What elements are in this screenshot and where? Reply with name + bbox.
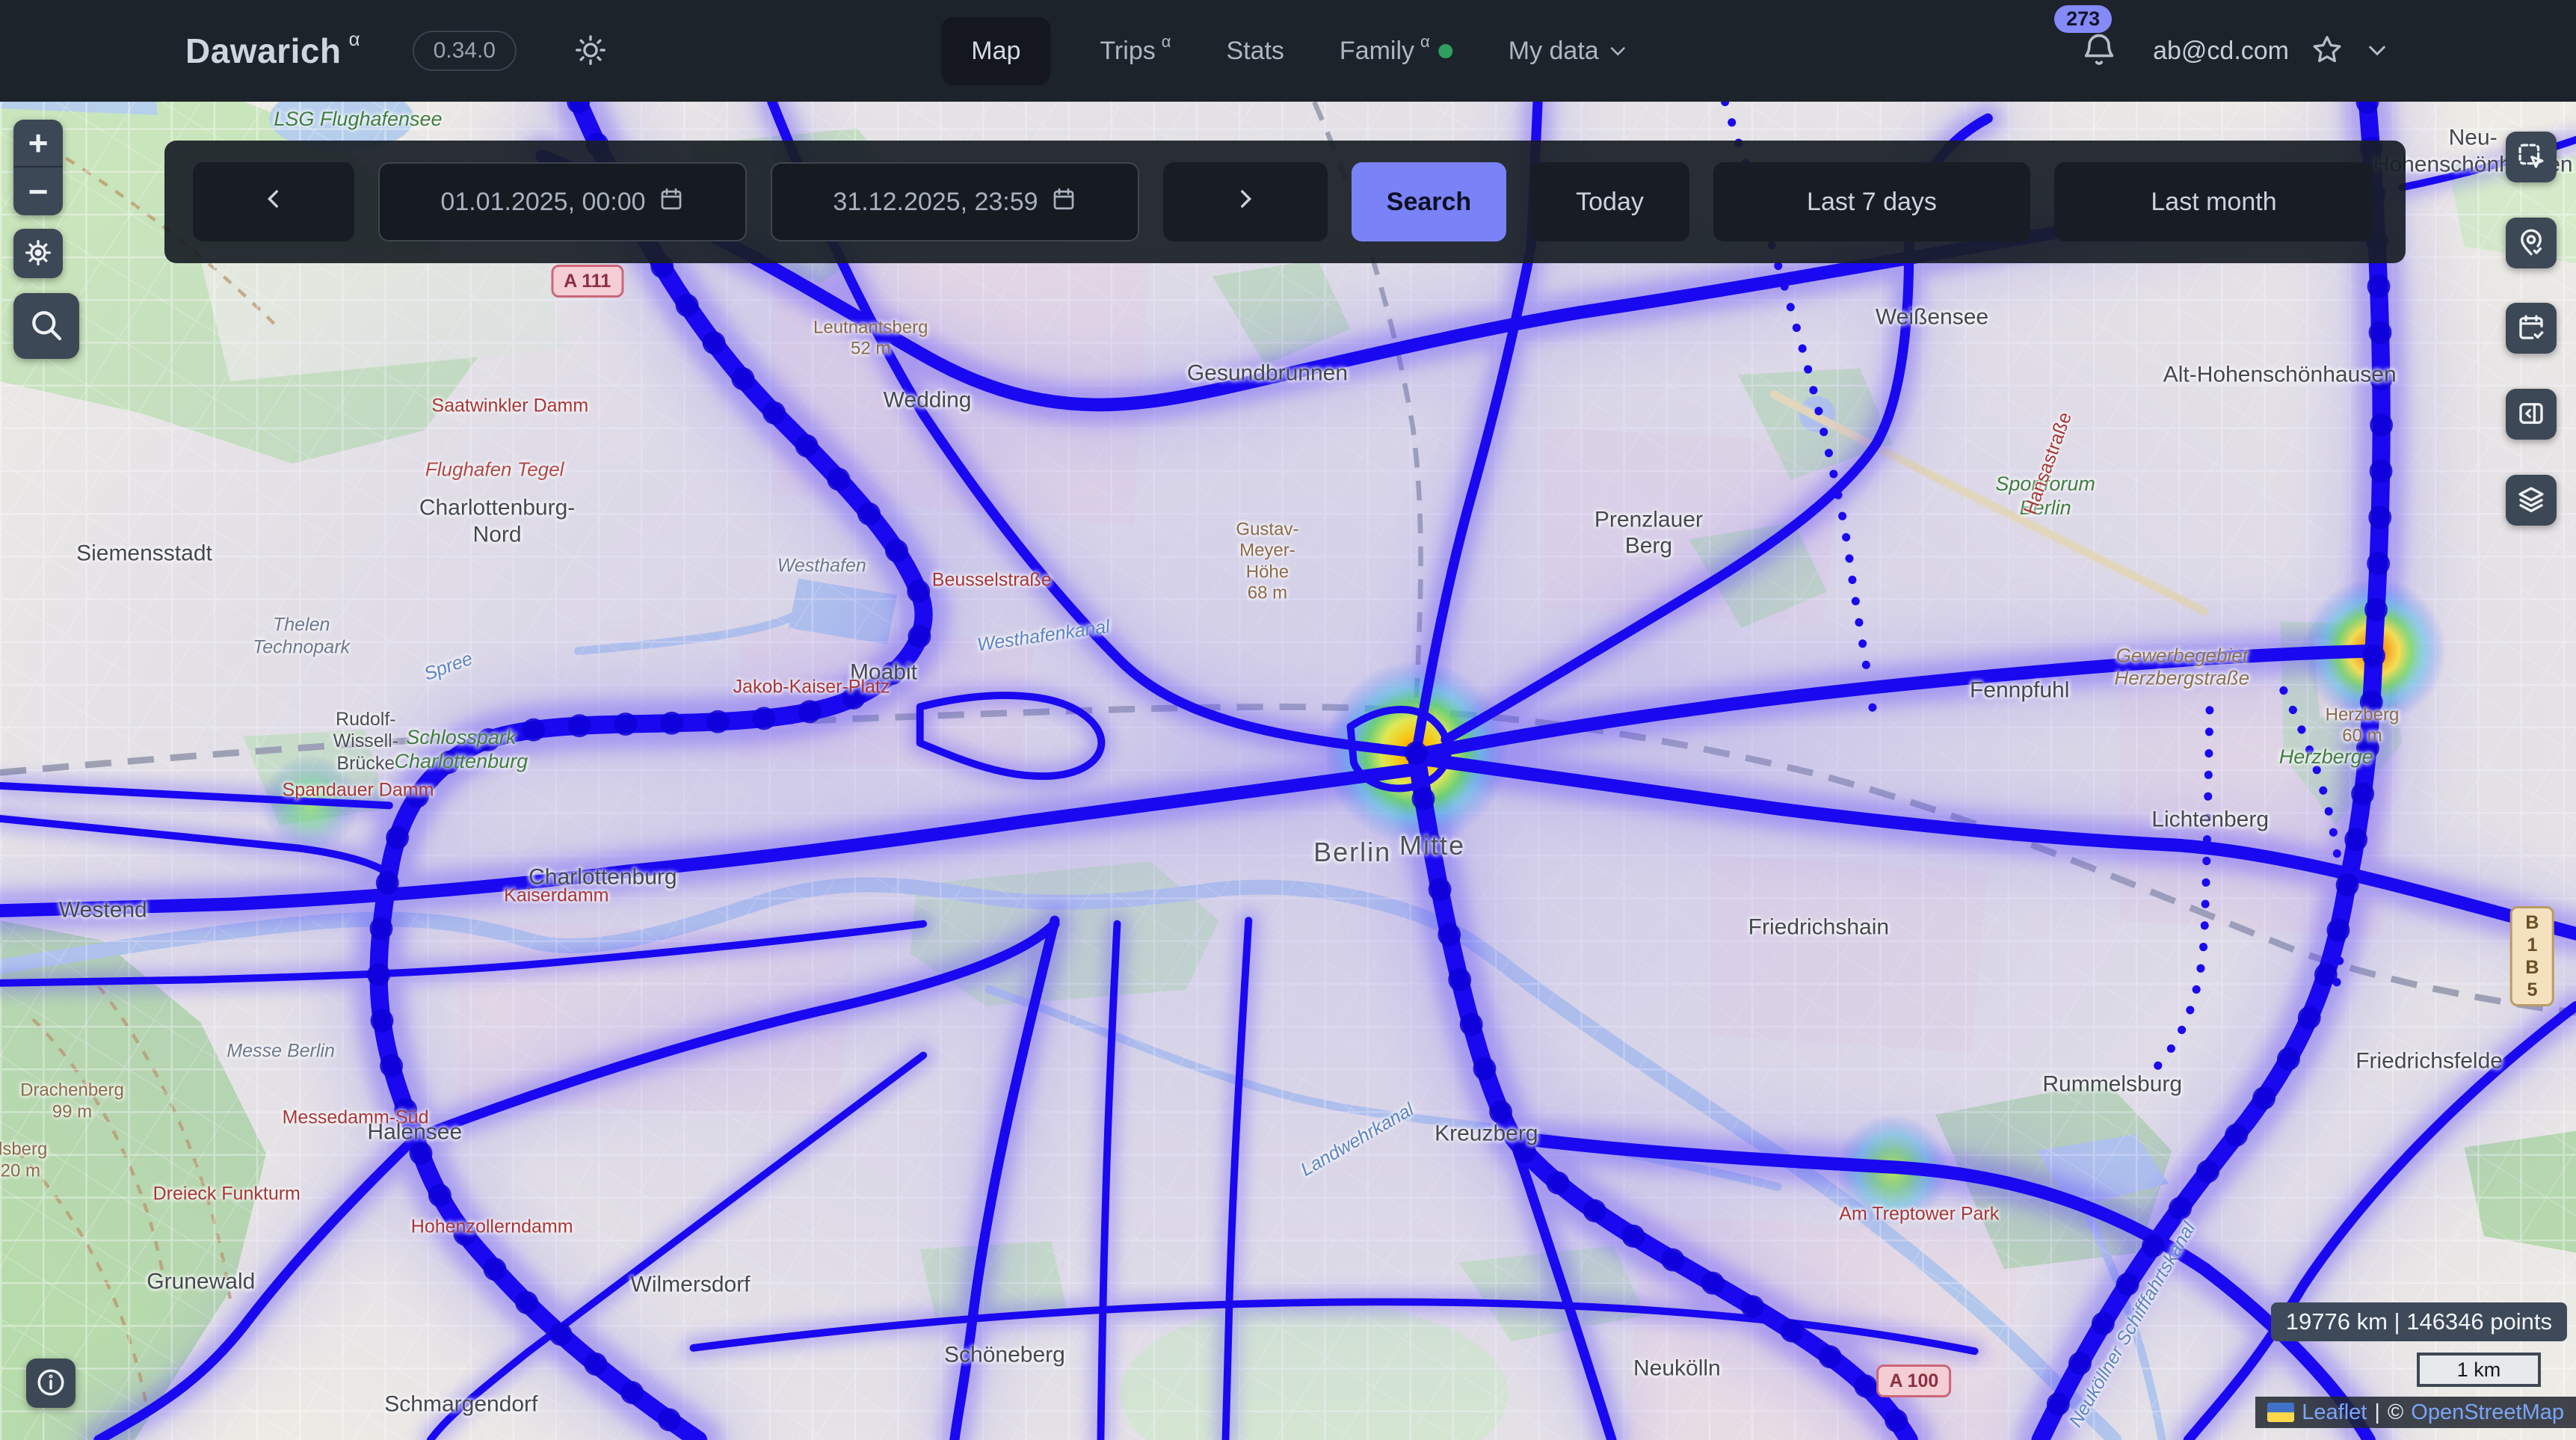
distance-points-stats: 19776 km | 146346 points: [2271, 1302, 2567, 1341]
info-icon: [34, 1366, 67, 1401]
visited-places-button[interactable]: [2506, 218, 2557, 268]
zoom-out-button[interactable]: −: [13, 167, 63, 215]
prev-period-button[interactable]: [193, 162, 354, 241]
sidebar-collapse-icon: [2515, 398, 2547, 431]
zoom-control: + −: [13, 120, 63, 215]
today-button[interactable]: Today: [1530, 162, 1689, 241]
star-icon: [2310, 33, 2344, 70]
date-toolbar: 01.01.2025, 00:00 31.12.2025, 23:59 Sear…: [164, 141, 2406, 263]
search-icon: [27, 306, 66, 347]
nav-dropdown-my-data[interactable]: My data: [1503, 28, 1635, 75]
chevron-down-icon: [2365, 38, 2389, 64]
nav-tab-stats[interactable]: Stats: [1220, 28, 1289, 75]
leaflet-link[interactable]: Leaflet: [2302, 1400, 2367, 1425]
top-navbar: Dawarich α 0.34.0 Map Trips α Stats: [0, 0, 2576, 102]
map-pin-check-icon: [2515, 227, 2547, 260]
gear-icon: [22, 237, 54, 271]
select-area-icon: [2515, 141, 2547, 174]
map-scale-bar: 1 km: [2417, 1353, 2541, 1387]
calendar-select-button[interactable]: [2506, 303, 2557, 354]
calendar-check-icon: [2515, 312, 2547, 345]
panel-toggle-button[interactable]: [2506, 389, 2557, 440]
zoom-in-button[interactable]: +: [13, 120, 63, 167]
alpha-superscript: α: [1420, 32, 1430, 52]
calendar-icon: [1050, 185, 1077, 219]
chevron-right-icon: [1233, 186, 1258, 218]
bell-icon: [2080, 31, 2119, 72]
online-status-dot: [1439, 44, 1453, 58]
sun-icon: [573, 33, 608, 70]
chevron-down-icon: [1608, 40, 1629, 61]
last-7-days-button[interactable]: Last 7 days: [1713, 162, 2030, 241]
alpha-superscript: α: [1162, 32, 1171, 52]
favorites-button[interactable]: [2310, 33, 2344, 70]
user-email: ab@cd.com: [2153, 37, 2289, 66]
app-logo: Dawarich: [185, 31, 342, 71]
map-info-button[interactable]: [26, 1359, 76, 1408]
end-date-input[interactable]: 31.12.2025, 23:59: [771, 162, 1139, 241]
last-month-button[interactable]: Last month: [2054, 162, 2373, 241]
nav-tab-family[interactable]: Family α: [1334, 28, 1459, 75]
alpha-superscript: α: [349, 28, 360, 51]
app-window: LSG FlughafenseeNeu-HohenschönhausenWeiß…: [0, 0, 2576, 1440]
map-settings-button[interactable]: [13, 229, 63, 278]
chevron-left-icon: [261, 186, 286, 218]
start-date-input[interactable]: 01.01.2025, 00:00: [378, 162, 747, 241]
next-period-button[interactable]: [1163, 162, 1328, 241]
brand[interactable]: Dawarich α: [185, 31, 360, 71]
layers-button[interactable]: [2506, 475, 2557, 526]
theme-toggle-button[interactable]: [569, 32, 612, 70]
main-nav: Map Trips α Stats Family α My data: [941, 0, 1634, 102]
nav-tab-trips[interactable]: Trips α: [1094, 28, 1177, 75]
nav-tab-map[interactable]: Map: [941, 17, 1050, 85]
area-select-tool-button[interactable]: [2506, 132, 2557, 182]
version-badge: 0.34.0: [413, 31, 517, 71]
search-button[interactable]: Search: [1352, 162, 1506, 241]
user-menu-button[interactable]: [2365, 38, 2389, 64]
map-search-button[interactable]: [13, 293, 79, 359]
notification-count-badge: 273: [2054, 5, 2112, 33]
navbar-right: 273 ab@cd.com: [2080, 31, 2576, 72]
ukraine-flag-icon: [2267, 1403, 2294, 1422]
notifications-button[interactable]: 273: [2080, 31, 2119, 72]
openstreetmap-link[interactable]: OpenStreetMap: [2411, 1400, 2564, 1425]
map-attribution: Leaflet | © OpenStreetMap: [2255, 1397, 2576, 1428]
calendar-icon: [658, 185, 685, 219]
layers-icon: [2515, 484, 2547, 517]
